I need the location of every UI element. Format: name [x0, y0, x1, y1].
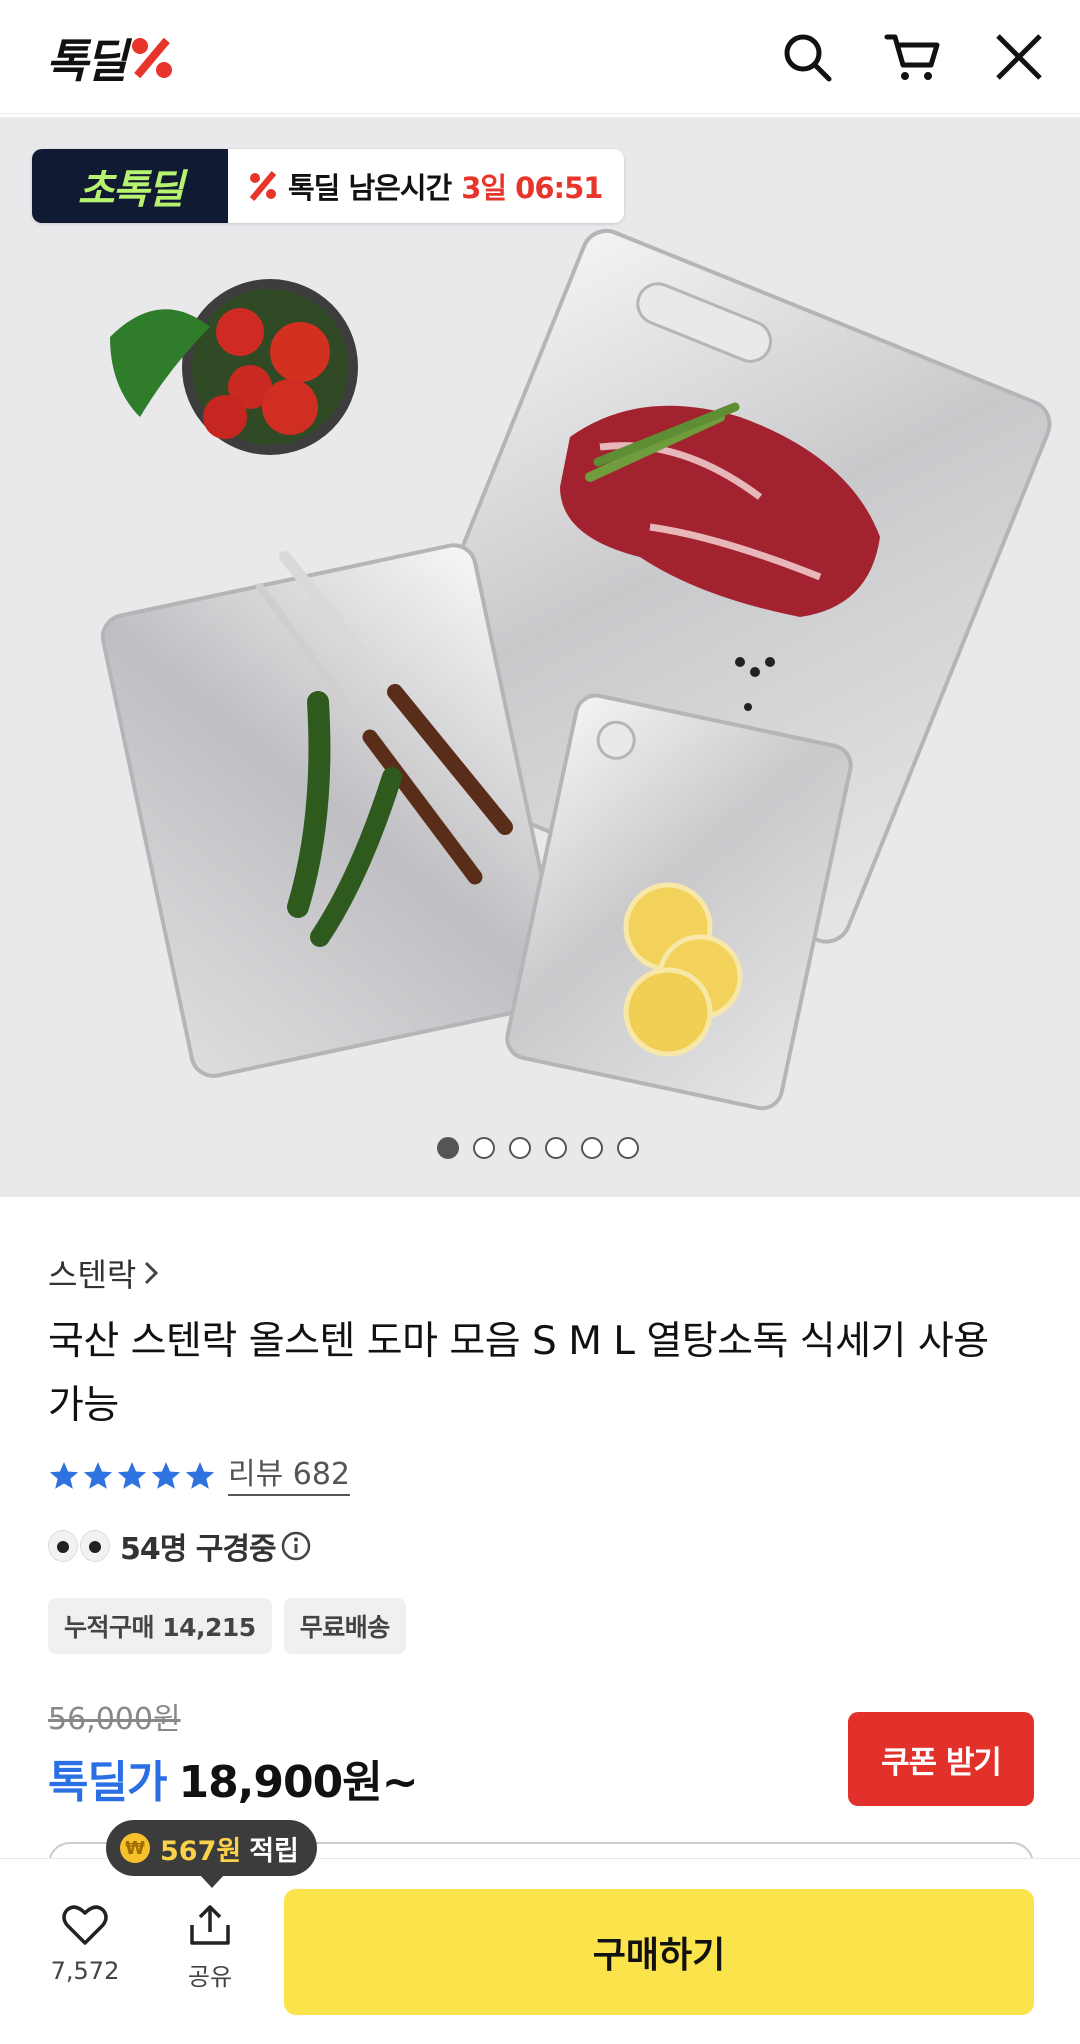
deal-price-value: 18,900원~ — [178, 1757, 418, 1808]
brand-link[interactable]: 스텐락 — [48, 1250, 160, 1296]
carousel-indicator — [437, 1137, 639, 1159]
brand-name: 스텐락 — [48, 1256, 137, 1294]
star-icon — [49, 1462, 79, 1489]
buy-button[interactable]: 구매하기 — [284, 1889, 1034, 2015]
info-icon[interactable] — [280, 1530, 312, 1562]
carousel-dot[interactable] — [509, 1137, 531, 1159]
cumulative-purchase-chip: 누적구매 14,215 — [48, 1598, 272, 1654]
product-title: 국산 스텐락 올스텐 도마 모음 S M L 열탕소독 식세기 사용 가능 — [48, 1319, 989, 1428]
review-count-link[interactable]: 리뷰 682 — [228, 1456, 350, 1496]
star-icon — [185, 1462, 215, 1489]
deal-price-label: 톡딜가 — [48, 1757, 167, 1808]
favorite-count: 7,572 — [50, 1957, 120, 1985]
star-rating — [48, 1460, 216, 1492]
deal-remaining-label: 톡딜 남은시간 — [288, 171, 452, 205]
talkdeal-logo[interactable]: 톡딜 — [46, 28, 175, 88]
eyes-icon — [48, 1530, 110, 1562]
super-deal-label: 초톡딜 — [77, 167, 184, 213]
heart-icon — [62, 1905, 108, 1945]
search-icon[interactable] — [776, 26, 838, 88]
carousel-dot[interactable] — [617, 1137, 639, 1159]
product-tags: 누적구매 14,215 무료배송 — [48, 1598, 406, 1654]
star-icon — [117, 1462, 147, 1489]
share-button[interactable]: 공유 — [168, 1903, 252, 1992]
product-photo — [100, 228, 1052, 1111]
free-shipping-chip: 무료배송 — [283, 1598, 406, 1654]
carousel-dot[interactable] — [437, 1137, 459, 1159]
coin-icon: ₩ — [120, 1833, 150, 1863]
deal-price-row: 톡딜가 18,900원~ — [48, 1746, 419, 1810]
points-label: 적립 — [249, 1835, 299, 1867]
favorite-button[interactable]: 7,572 — [40, 1903, 130, 1985]
carousel-dot[interactable] — [581, 1137, 603, 1159]
close-icon[interactable] — [988, 26, 1050, 88]
bottom-action-bar: 7,572 공유 구매하기 — [0, 1858, 1080, 2044]
share-label: 공유 — [187, 1963, 233, 1991]
rating-row: 리뷰 682 — [48, 1456, 350, 1496]
carousel-dot[interactable] — [545, 1137, 567, 1159]
product-image-carousel[interactable]: 초톡딜 톡딜 남은시간 3일 06:51 — [0, 117, 1080, 1197]
points-amount: 567원 — [160, 1835, 242, 1867]
percent-logo-icon — [131, 37, 172, 79]
deal-timer: 톡딜 남은시간 3일 06:51 — [228, 149, 624, 223]
viewers-count: 54명 구경중 — [120, 1532, 277, 1567]
viewers-row: 54명 구경중 — [48, 1524, 312, 1568]
star-icon — [83, 1462, 113, 1489]
original-price: 56,000원 — [48, 1702, 181, 1737]
deal-remaining-time: 3일 06:51 — [461, 171, 603, 205]
get-coupon-button[interactable]: 쿠폰 받기 — [848, 1712, 1034, 1806]
super-deal-badge: 초톡딜 — [32, 149, 228, 223]
share-icon — [190, 1905, 230, 1945]
top-header: 톡딜 — [0, 0, 1080, 114]
cart-icon[interactable] — [882, 26, 944, 88]
points-tooltip: ₩ 567원 적립 — [106, 1820, 317, 1888]
star-icon — [151, 1462, 181, 1489]
chevron-right-icon — [145, 1261, 159, 1285]
deal-timer-banner: 초톡딜 톡딜 남은시간 3일 06:51 — [32, 149, 624, 223]
carousel-dot[interactable] — [473, 1137, 495, 1159]
logo-text: 톡딜 — [46, 34, 128, 88]
percent-icon — [249, 171, 277, 201]
